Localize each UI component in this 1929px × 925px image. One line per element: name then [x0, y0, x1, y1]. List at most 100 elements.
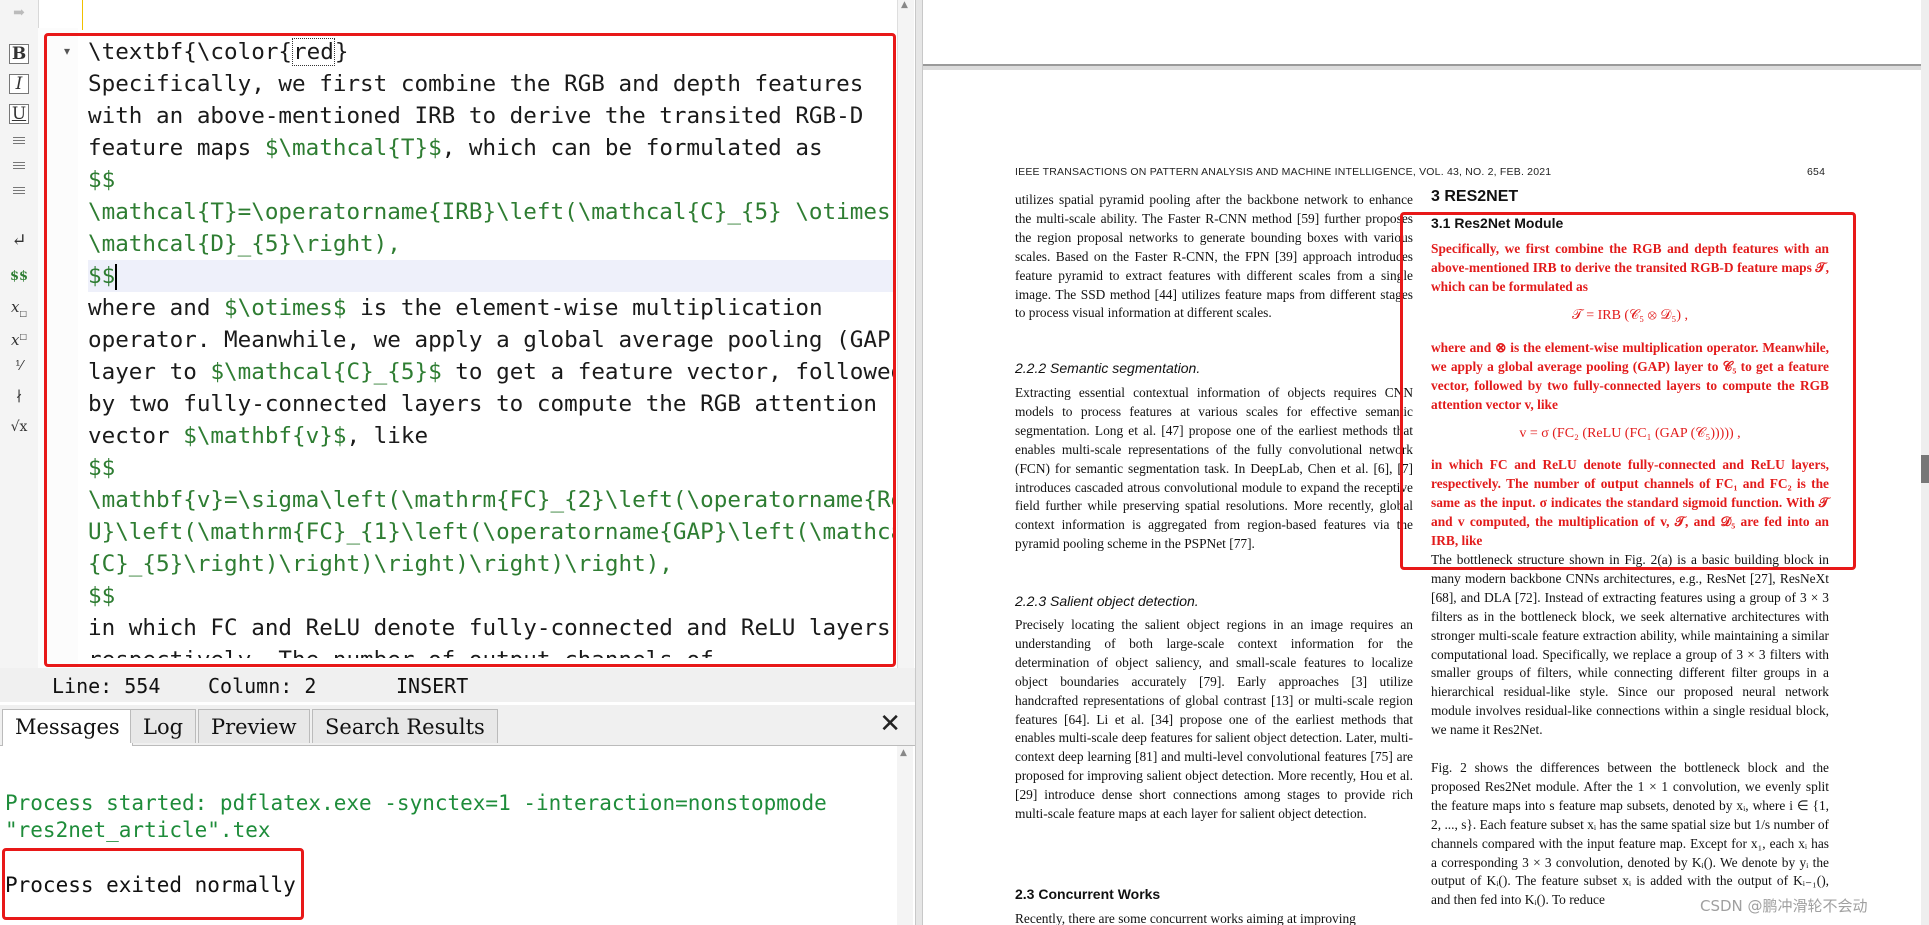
subscript-button[interactable]: x□: [9, 296, 29, 318]
status-mode: INSERT: [396, 674, 469, 698]
code-line[interactable]: layer to $\mathcal{C}_{5}$ to get a feat…: [88, 356, 896, 388]
code-text: by two fully-connected layers to compute…: [88, 391, 877, 417]
code-text: is the element-wise multiplication: [346, 295, 823, 321]
message-line-exit: Process exited normally: [5, 873, 296, 897]
code-text: where and: [88, 295, 225, 321]
code-math: $$: [88, 167, 116, 193]
newline-icon[interactable]: ↵: [9, 230, 29, 252]
code-line[interactable]: operator. Meanwhile, we apply a global a…: [88, 324, 896, 356]
pdf-left-paragraph: Extracting essential contextual informat…: [1015, 385, 1413, 552]
code-line[interactable]: Specifically, we first combine the RGB a…: [88, 68, 896, 100]
watermark-text: CSDN @鹏冲滑轮不会动: [1700, 897, 1868, 915]
code-math: $\otimes$: [224, 295, 347, 321]
code-line[interactable]: \mathbf{v}=\sigma\left(\mathrm{FC}_{2}\l…: [88, 484, 896, 516]
pdf-page: IEEE TRANSACTIONS ON PATTERN ANALYSIS AN…: [923, 70, 1923, 925]
code-text: vector: [88, 423, 184, 449]
code-line[interactable]: where and $\otimes$ is the element-wise …: [88, 292, 896, 324]
code-math: $$: [88, 455, 116, 481]
underline-button[interactable]: U: [9, 104, 29, 124]
code-line[interactable]: \mathcal{T}=\operatorname{IRB}\left(\mat…: [88, 196, 896, 228]
code-line[interactable]: \textbf{\color{red}: [88, 36, 896, 68]
pdf-section-title: 3 RES2NET: [1431, 188, 1519, 205]
code-line[interactable]: by two fully-connected layers to compute…: [88, 388, 896, 420]
code-text: respectively. The number of output chann…: [88, 647, 714, 658]
scroll-up-icon[interactable]: ▲: [901, 0, 908, 10]
code-line[interactable]: vector $\mathbf{v}$, like: [88, 420, 896, 452]
pdf-right-paragraph: The bottleneck structure shown in Fig. 2…: [1431, 552, 1829, 738]
italic-button[interactable]: I: [9, 74, 29, 94]
code-math: $\mathbf{v}$: [183, 423, 347, 449]
pdf-previous-page: [923, 0, 1923, 66]
code-text: operator. Meanwhile, we apply a global a…: [88, 327, 896, 353]
bold-button[interactable]: B: [9, 44, 29, 64]
status-bar: Line: 554 Column: 2 INSERT: [0, 668, 915, 702]
pane-divider[interactable]: [915, 0, 923, 925]
pdf-left-paragraph: Recently, there are some concurrent work…: [1015, 911, 1356, 925]
code-line[interactable]: $$: [88, 452, 896, 484]
code-line[interactable]: feature maps $\mathcal{T}$, which can be…: [88, 132, 896, 164]
code-line[interactable]: in which FC and ReLU denote fully-connec…: [88, 612, 896, 644]
code-text: in which FC and ReLU denote fully-connec…: [88, 615, 896, 641]
code-text: layer to: [88, 359, 211, 385]
align-left-icon[interactable]: [13, 135, 25, 147]
scroll-up-icon[interactable]: ▲: [900, 748, 907, 758]
code-text: to get a feature vector, followed: [441, 359, 896, 385]
code-line[interactable]: $$: [88, 164, 896, 196]
code-text: \textbf{\color{: [88, 39, 293, 65]
pdf-preview-pane[interactable]: IEEE TRANSACTIONS ON PATTERN ANALYSIS AN…: [923, 0, 1929, 925]
close-icon[interactable]: ✕: [879, 709, 901, 739]
code-math: \mathcal{T}=\operatorname{IRB}\left(\mat…: [88, 199, 891, 225]
code-math: \mathcal{D}_{5}\right),: [88, 231, 401, 257]
pdf-running-header: IEEE TRANSACTIONS ON PATTERN ANALYSIS AN…: [1015, 166, 1552, 178]
tab-messages[interactable]: Messages: [2, 709, 133, 746]
code-math: $$: [88, 583, 116, 609]
fraction-alt-icon[interactable]: ∤: [9, 386, 29, 408]
bottom-tab-bar: Messages Log Preview Search Results ✕: [0, 705, 915, 746]
code-math: $\mathcal{T}$: [264, 135, 442, 161]
code-text: , which can be formulated as: [441, 135, 823, 161]
message-line: Process started: pdflatex.exe -synctex=1…: [5, 791, 827, 815]
code-math: U}\left(\mathrm{FC}_{1}\left(\operatorna…: [88, 519, 896, 545]
fraction-icon[interactable]: ⅟: [9, 356, 29, 378]
text-caret: [115, 263, 118, 290]
message-line: "res2net_article".tex: [5, 818, 271, 842]
code-line[interactable]: {C}_{5}\right)\right)\right)\right)\righ…: [88, 548, 896, 580]
pdf-red-paragraph: in which FC and ReLU denote fully-connec…: [1431, 457, 1829, 548]
code-text: with an above-mentioned IRB to derive th…: [88, 103, 864, 129]
code-math: \mathbf{v}=\sigma\left(\mathrm{FC}_{2}\l…: [88, 487, 896, 513]
arrow-icon[interactable]: ➡: [9, 2, 29, 24]
pdf-equation: v = σ (FC₂ (ReLU (FC₁ (GAP (𝒞₅))))) ,: [1519, 426, 1741, 441]
pdf-subsection-title: 2.2.3 Salient object detection.: [1015, 593, 1199, 609]
messages-scrollbar[interactable]: ▲: [897, 746, 913, 925]
code-math: $$: [88, 263, 116, 289]
code-text: feature maps: [88, 135, 265, 161]
align-right-icon[interactable]: [13, 185, 25, 197]
code-line[interactable]: $$: [88, 580, 896, 612]
tab-search-results[interactable]: Search Results: [312, 709, 498, 743]
code-line[interactable]: U}\left(\mathrm{FC}_{1}\left(\operatorna…: [88, 516, 896, 548]
code-math: $\mathcal{C}_{5}$: [210, 359, 442, 385]
code-line[interactable]: \mathcal{D}_{5}\right),: [88, 228, 896, 260]
code-editor[interactable]: \textbf{\color{red} Specifically, we firs…: [88, 36, 896, 658]
math-mode-button[interactable]: $$: [9, 266, 29, 288]
code-math: {C}_{5}\right)\right)\right)\right)\righ…: [88, 551, 673, 577]
pdf-equation: 𝒯 = IRB (𝒞₅ ⊗ 𝒟₅) ,: [1571, 308, 1689, 323]
pdf-subsection-title: 2.2.2 Semantic segmentation.: [1015, 360, 1201, 376]
pdf-scroll-thumb[interactable]: [1921, 455, 1929, 483]
editor-pane: ➡ B I U ↵ $$ x□ x□ ⅟ ∤ √x ▾ \textbf{\col…: [0, 0, 915, 925]
tab-log[interactable]: Log: [130, 709, 197, 743]
gutter-divider: [82, 0, 83, 30]
code-line[interactable]: $$: [88, 260, 896, 292]
pdf-left-paragraph: utilizes spatial pyramid pooling after t…: [1015, 192, 1413, 321]
tab-preview[interactable]: Preview: [198, 709, 310, 743]
code-line[interactable]: respectively. The number of output chann…: [88, 644, 896, 658]
fold-gutter: [38, 28, 78, 668]
code-selected-word: red: [292, 38, 335, 66]
code-line[interactable]: with an above-mentioned IRB to derive th…: [88, 100, 896, 132]
pdf-left-paragraph: Precisely locating the salient object re…: [1015, 617, 1413, 822]
fold-toggle-icon[interactable]: ▾: [64, 44, 70, 58]
sqrt-button[interactable]: √x: [9, 416, 29, 438]
editor-scrollbar[interactable]: ▲ ▼: [897, 0, 914, 690]
superscript-button[interactable]: x□: [9, 326, 29, 349]
align-center-icon[interactable]: [13, 160, 25, 172]
